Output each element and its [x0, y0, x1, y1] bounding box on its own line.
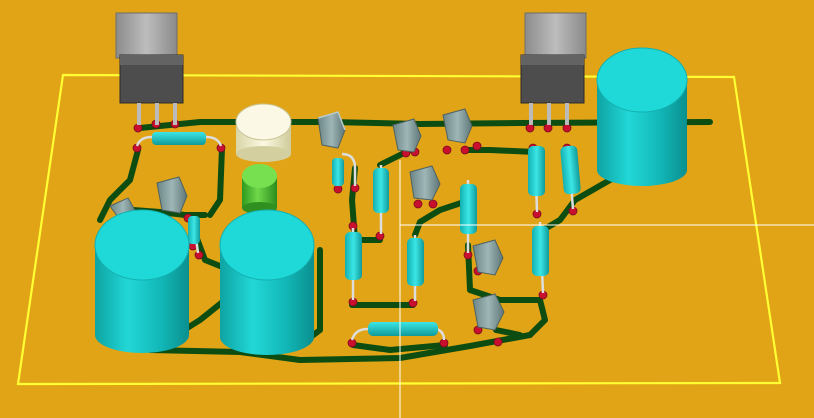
transistor[interactable] — [317, 111, 346, 149]
resistor[interactable] — [373, 165, 389, 234]
resistors — [135, 132, 581, 341]
transistor[interactable] — [409, 165, 441, 201]
pcb-3d-viewport[interactable] — [0, 0, 814, 418]
transistor[interactable] — [442, 108, 473, 144]
transistor[interactable] — [472, 239, 504, 276]
potentiometer[interactable] — [235, 103, 292, 162]
right-capacitor[interactable] — [596, 47, 688, 186]
transistor[interactable] — [156, 176, 188, 214]
left-capacitor[interactable] — [94, 209, 190, 353]
resistor[interactable] — [350, 322, 446, 341]
resistor[interactable] — [345, 228, 362, 300]
left-regulator[interactable] — [115, 12, 184, 125]
led[interactable] — [242, 164, 277, 214]
right-regulator[interactable] — [520, 12, 587, 125]
pcb-scene — [16, 12, 814, 418]
resistor[interactable] — [135, 132, 223, 147]
resistor[interactable] — [528, 145, 545, 213]
center-capacitor[interactable] — [219, 209, 315, 355]
resistor[interactable] — [407, 235, 424, 301]
resistor[interactable] — [460, 180, 477, 253]
resistor[interactable] — [532, 221, 549, 294]
